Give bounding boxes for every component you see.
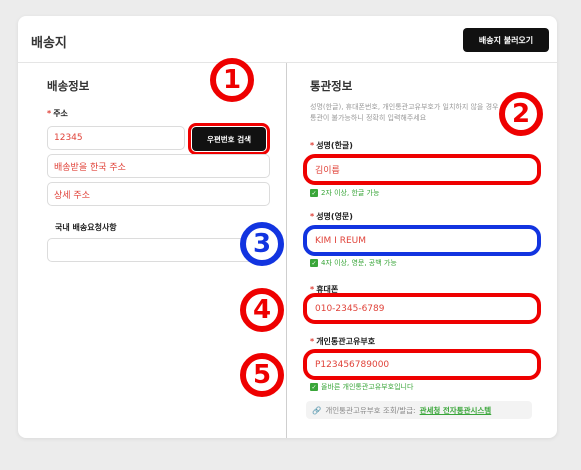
name-en-hint: ✓ 4자 이상, 영문, 공백 가능 bbox=[310, 259, 397, 267]
name-kr-input[interactable]: 김이름 bbox=[307, 158, 537, 181]
name-en-input[interactable]: KIM I REUM bbox=[307, 229, 537, 252]
shipping-card: 배송지 배송지 불러오기 배송정보 * 주소 12345 우편번호 검색 배송받을… bbox=[18, 16, 557, 438]
postcode-input[interactable]: 12345 bbox=[47, 126, 185, 150]
customs-lookup-bar: 🔗 개인통관고유부호 조회/발급: 관세청 전자통관시스템 bbox=[306, 401, 532, 419]
address-detail-input[interactable]: 상세 주소 bbox=[47, 182, 270, 206]
shipping-section-title: 배송정보 bbox=[47, 79, 90, 93]
customs-description-line2: 통관이 불가능하니 정확히 입력해주세요 bbox=[310, 114, 427, 122]
check-icon: ✓ bbox=[310, 259, 318, 267]
column-divider bbox=[286, 63, 287, 438]
annotation-badge-2: 2 bbox=[499, 92, 543, 136]
load-address-button[interactable]: 배송지 불러오기 bbox=[463, 28, 549, 52]
annotation-badge-4: 4 bbox=[240, 288, 284, 332]
customs-system-link[interactable]: 관세청 전자통관시스템 bbox=[420, 405, 492, 416]
annotation-badge-3: 3 bbox=[240, 222, 284, 266]
customs-code-label: * 개인통관고유부호 bbox=[310, 337, 376, 346]
address-label: * 주소 bbox=[47, 109, 68, 118]
customs-code-hint: ✓ 올바른 개인통관고유부호입니다 bbox=[310, 383, 414, 391]
lookup-prefix: 개인통관고유부호 조회/발급: bbox=[325, 405, 416, 415]
annotation-badge-5: 5 bbox=[240, 353, 284, 397]
name-kr-label: * 성명(한글) bbox=[310, 141, 353, 150]
phone-input[interactable]: 010-2345-6789 bbox=[307, 297, 537, 320]
name-en-label: * 성명(영문) bbox=[310, 212, 353, 221]
check-icon: ✓ bbox=[310, 383, 318, 391]
postcode-search-button[interactable]: 우편번호 검색 bbox=[188, 123, 270, 155]
header-divider bbox=[18, 62, 557, 63]
customs-code-input[interactable]: P123456789000 bbox=[307, 353, 537, 376]
annotation-badge-1: 1 bbox=[210, 58, 254, 102]
delivery-request-label: 국내 배송요청사항 bbox=[55, 223, 117, 232]
link-icon: 🔗 bbox=[312, 405, 322, 415]
customs-description-line1: 성명(한글), 휴대폰번호, 개인통관고유부호가 일치하지 않을 경우 bbox=[310, 103, 499, 111]
check-icon: ✓ bbox=[310, 189, 318, 197]
name-kr-hint: ✓ 2자 이상, 한글 가능 bbox=[310, 189, 380, 197]
address-input[interactable]: 배송받을 한국 주소 bbox=[47, 154, 270, 178]
page-title: 배송지 bbox=[31, 36, 67, 51]
customs-section-title: 통관정보 bbox=[310, 79, 353, 93]
delivery-request-input[interactable] bbox=[47, 238, 270, 262]
